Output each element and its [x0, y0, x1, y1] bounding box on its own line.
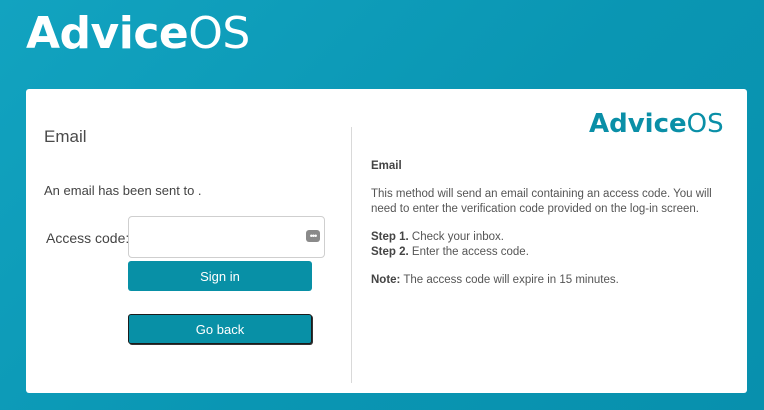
access-code-input[interactable]	[129, 217, 324, 257]
step-2-label: Step 2.	[371, 246, 409, 258]
step-1: Step 1. Check your inbox.	[371, 230, 726, 245]
access-code-label: Access code:	[46, 230, 130, 246]
brand-logo-bold: Advice	[26, 8, 189, 59]
instructions-heading: Email	[371, 160, 402, 172]
brand-logo-card: AdviceOS	[589, 109, 724, 139]
brand-logo-thin: OS	[188, 8, 250, 59]
method-title: Email	[44, 127, 87, 146]
access-code-field-wrapper: •••	[128, 216, 325, 258]
note-text: The access code will expire in 15 minute…	[400, 274, 619, 286]
dots-icon[interactable]: •••	[306, 230, 320, 242]
card-logo-bold: Advice	[589, 109, 687, 139]
login-card: Email An email has been sent to . Access…	[26, 89, 747, 393]
brand-logo-header: AdviceOS	[26, 6, 250, 62]
go-back-button[interactable]: Go back	[128, 314, 312, 344]
card-logo-thin: OS	[686, 109, 724, 139]
step-1-text: Check your inbox.	[408, 231, 504, 243]
instructions-description: This method will send an email containin…	[371, 188, 712, 215]
sign-in-button[interactable]: Sign in	[128, 261, 312, 291]
step-2-text: Enter the access code.	[408, 246, 529, 258]
email-sent-message: An email has been sent to .	[44, 183, 202, 198]
column-divider	[351, 127, 352, 383]
instructions-panel: Email This method will send an email con…	[371, 159, 726, 288]
step-1-label: Step 1.	[371, 231, 409, 243]
note-label: Note:	[371, 274, 401, 286]
step-2: Step 2. Enter the access code.	[371, 245, 726, 260]
expiry-note: Note: The access code will expire in 15 …	[371, 273, 726, 288]
